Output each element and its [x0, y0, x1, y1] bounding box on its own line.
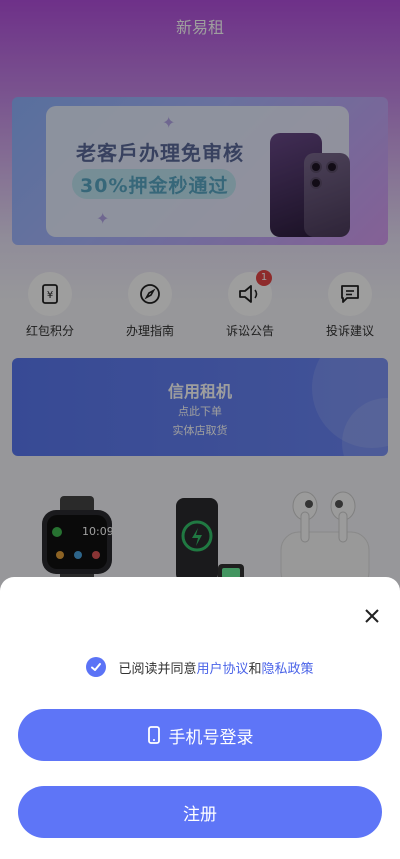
close-button[interactable]: [362, 606, 382, 626]
login-sheet: 已阅读并同意 用户协议和隐私政策 手机号登录 注册: [0, 577, 400, 859]
check-icon: [91, 663, 102, 671]
register-button[interactable]: 注册: [18, 786, 382, 838]
agreement-and-text: 和: [248, 661, 262, 677]
agreement-row: 已阅读并同意 用户协议和隐私政策: [0, 657, 400, 677]
user-agreement-link[interactable]: 用户协议: [196, 658, 248, 677]
phone-login-label: 手机号登录: [168, 727, 254, 748]
agree-checkbox[interactable]: [86, 657, 107, 677]
register-label: 注册: [183, 804, 217, 825]
close-icon: [365, 609, 379, 623]
phone-icon: [147, 726, 160, 744]
privacy-policy-link[interactable]: 隐私政策: [262, 658, 314, 677]
agreement-text: 已阅读并同意: [118, 661, 197, 677]
phone-login-button[interactable]: 手机号登录: [18, 709, 382, 761]
